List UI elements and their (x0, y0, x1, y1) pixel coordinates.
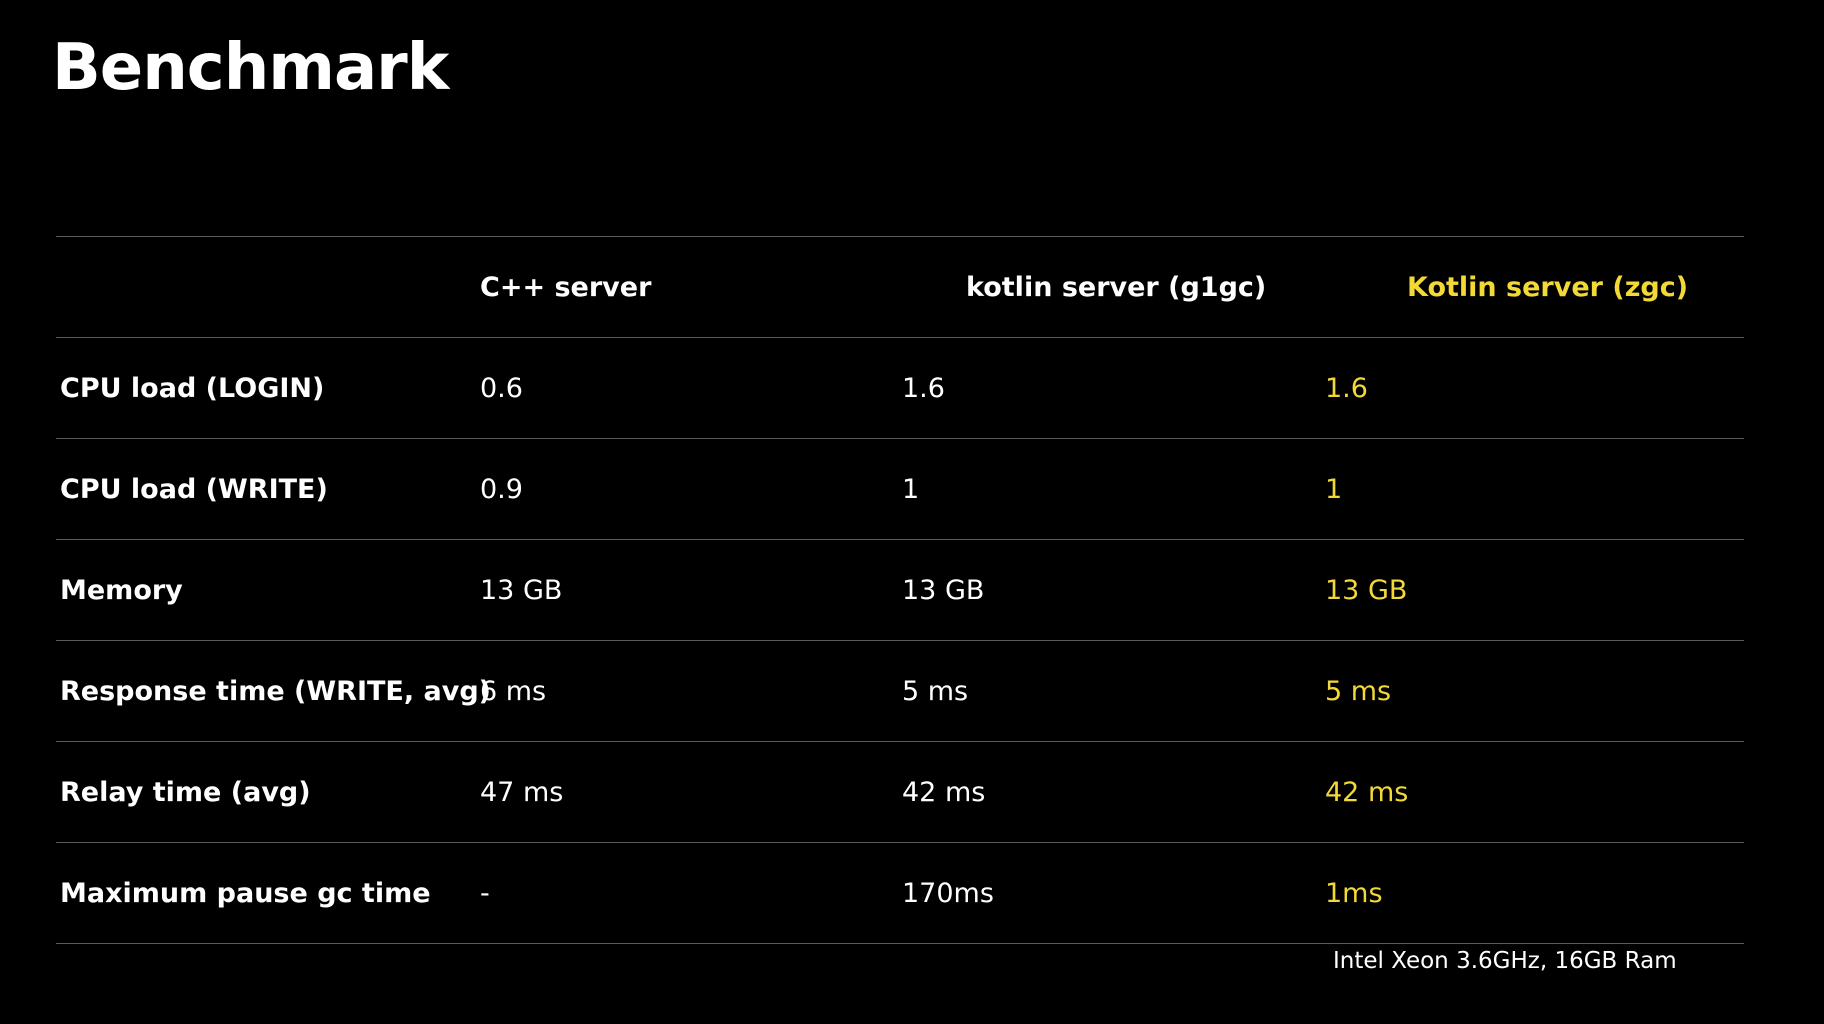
cpp-value: 6 ms (480, 675, 547, 707)
benchmark-table: C++ server kotlin server (g1gc) Kotlin s… (56, 236, 1744, 944)
table-row: CPU load (LOGIN) 0.6 1.6 1.6 (56, 338, 1744, 439)
cpp-value: 47 ms (480, 776, 564, 808)
cpp-value: - (480, 877, 490, 909)
table-row: Relay time (avg) 47 ms 42 ms 42 ms (56, 742, 1744, 843)
table-row: Response time (WRITE, avg) 6 ms 5 ms 5 m… (56, 641, 1744, 742)
header-metric (56, 237, 480, 338)
metric-label: Memory (60, 574, 183, 606)
cpp-value: 0.9 (480, 473, 523, 505)
metric-label: CPU load (WRITE) (60, 473, 328, 505)
header-kotlin-g1gc: kotlin server (g1gc) (966, 271, 1267, 303)
kotlin-zgc-value: 5 ms (1325, 675, 1392, 707)
header-cpp-server: C++ server (480, 271, 652, 303)
kotlin-zgc-value: 1ms (1325, 877, 1383, 909)
table-row: Maximum pause gc time - 170ms 1ms (56, 843, 1744, 944)
hardware-footnote: Intel Xeon 3.6GHz, 16GB Ram (1333, 948, 1677, 974)
cpp-value: 13 GB (480, 574, 563, 606)
metric-label: CPU load (LOGIN) (60, 372, 325, 404)
kotlin-g1gc-value: 1 (902, 473, 920, 505)
kotlin-g1gc-value: 13 GB (902, 574, 985, 606)
kotlin-zgc-value: 13 GB (1325, 574, 1408, 606)
metric-label: Maximum pause gc time (60, 877, 431, 909)
table-row: CPU load (WRITE) 0.9 1 1 (56, 439, 1744, 540)
metric-label: Relay time (avg) (60, 776, 311, 808)
table-header-row: C++ server kotlin server (g1gc) Kotlin s… (56, 236, 1744, 338)
kotlin-g1gc-value: 1.6 (902, 372, 945, 404)
cpp-value: 0.6 (480, 372, 523, 404)
kotlin-zgc-value: 1 (1325, 473, 1343, 505)
kotlin-g1gc-value: 5 ms (902, 675, 969, 707)
metric-label: Response time (WRITE, avg) (60, 675, 492, 707)
kotlin-g1gc-value: 170ms (902, 877, 994, 909)
kotlin-zgc-value: 42 ms (1325, 776, 1409, 808)
header-kotlin-zgc: Kotlin server (zgc) (1407, 271, 1689, 303)
table-row: Memory 13 GB 13 GB 13 GB (56, 540, 1744, 641)
kotlin-g1gc-value: 42 ms (902, 776, 986, 808)
slide-title: Benchmark (52, 31, 449, 105)
kotlin-zgc-value: 1.6 (1325, 372, 1368, 404)
